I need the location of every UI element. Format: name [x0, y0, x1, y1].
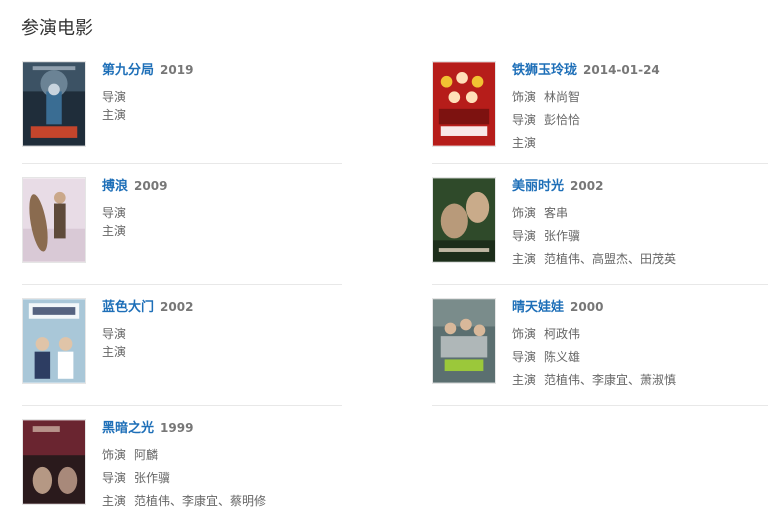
role-label: 导演 — [512, 113, 537, 127]
role-row-director: 导演 — [102, 325, 126, 342]
role-row-character: 饰演 柯政伟 — [512, 325, 580, 342]
role-label: 导演 — [102, 90, 127, 104]
role-row-cast: 主演 范植伟、李康宜、蔡明修 — [102, 492, 266, 509]
role-row-director: 导演 彭恰恰 — [512, 111, 580, 128]
row-divider — [22, 405, 342, 406]
role-names[interactable]: 范植伟、高盟杰、田茂英 — [544, 252, 676, 266]
role-row-character: 饰演 客串 — [512, 204, 568, 221]
role-names[interactable]: 柯政伟 — [544, 327, 580, 341]
role-label: 主演 — [102, 345, 127, 359]
role-label: 导演 — [102, 471, 127, 485]
role-names[interactable]: 陈义雄 — [544, 350, 580, 364]
role-row-cast: 主演 — [102, 343, 126, 360]
role-row-cast: 主演 — [512, 134, 536, 151]
role-label: 主演 — [102, 224, 127, 238]
role-label: 导演 — [102, 327, 127, 341]
movie-title-line: 晴天娃娃 2000 — [512, 296, 603, 315]
movie-year: 2009 — [134, 179, 168, 193]
role-row-director: 导演 陈义雄 — [512, 348, 580, 365]
poster-image — [433, 178, 495, 262]
movie-year: 2019 — [160, 63, 194, 77]
movie-title-link[interactable]: 铁狮玉玲珑 — [512, 63, 577, 78]
movie-title-link[interactable]: 搏浪 — [102, 179, 128, 194]
role-names[interactable]: 张作骥 — [544, 229, 580, 243]
role-label: 导演 — [512, 350, 537, 364]
role-label: 主演 — [102, 108, 127, 122]
role-names[interactable]: 客串 — [544, 206, 568, 220]
movie-title-line: 搏浪 2009 — [102, 175, 167, 194]
movie-poster[interactable] — [22, 419, 86, 505]
movie-poster[interactable] — [432, 61, 496, 147]
role-label: 饰演 — [512, 327, 537, 341]
movie-title-link[interactable]: 蓝色大门 — [102, 300, 154, 315]
role-names[interactable]: 彭恰恰 — [544, 113, 580, 127]
role-row-character: 饰演 林尚智 — [512, 88, 580, 105]
role-row-cast: 主演 范植伟、高盟杰、田茂英 — [512, 250, 676, 267]
role-label: 饰演 — [512, 90, 537, 104]
row-divider — [432, 284, 768, 285]
movie-title-link[interactable]: 第九分局 — [102, 63, 154, 78]
role-names[interactable]: 张作骥 — [134, 471, 170, 485]
movie-title-line: 蓝色大门 2002 — [102, 296, 193, 315]
movie-poster[interactable] — [22, 177, 86, 263]
movie-card: 第九分局 2019 导演 主演 — [22, 61, 362, 161]
movie-poster[interactable] — [432, 298, 496, 384]
poster-image — [433, 299, 495, 383]
role-row-director: 导演 — [102, 204, 126, 221]
role-row-director: 导演 — [102, 88, 126, 105]
row-divider — [22, 163, 342, 164]
movie-card: 美丽时光 2002 饰演 客串 导演 张作骥 主演 范植伟、高盟杰、田茂英 — [432, 177, 769, 277]
movie-card: 黑暗之光 1999 饰演 阿麟 导演 张作骥 主演 范植伟、李康宜、蔡明修 — [22, 419, 362, 519]
role-row-character: 饰演 阿麟 — [102, 446, 158, 463]
movie-grid: 第九分局 2019 导演 主演 铁狮玉玲珑 2014-01-24 饰演 林尚智 … — [0, 0, 769, 521]
role-names[interactable]: 范植伟、李康宜、蔡明修 — [134, 494, 266, 508]
movie-title-line: 铁狮玉玲珑 2014-01-24 — [512, 59, 660, 78]
movie-year: 1999 — [160, 421, 194, 435]
role-label: 导演 — [512, 229, 537, 243]
movie-title-line: 黑暗之光 1999 — [102, 417, 193, 436]
movie-poster[interactable] — [22, 61, 86, 147]
movie-poster[interactable] — [22, 298, 86, 384]
poster-image — [23, 299, 85, 383]
poster-image — [23, 178, 85, 262]
movie-poster[interactable] — [432, 177, 496, 263]
role-row-director: 导演 张作骥 — [102, 469, 170, 486]
movie-year: 2014-01-24 — [583, 63, 660, 77]
movie-title-link[interactable]: 晴天娃娃 — [512, 300, 564, 315]
role-label: 主演 — [512, 373, 537, 387]
movie-card: 铁狮玉玲珑 2014-01-24 饰演 林尚智 导演 彭恰恰 主演 — [432, 61, 769, 161]
movie-title-line: 美丽时光 2002 — [512, 175, 603, 194]
role-row-director: 导演 张作骥 — [512, 227, 580, 244]
role-label: 导演 — [102, 206, 127, 220]
movie-year: 2002 — [160, 300, 194, 314]
role-row-cast: 主演 范植伟、李康宜、萧淑慎 — [512, 371, 676, 388]
movie-year: 2002 — [570, 179, 604, 193]
role-label: 主演 — [102, 494, 127, 508]
role-label: 饰演 — [102, 448, 127, 462]
movie-year: 2000 — [570, 300, 604, 314]
movie-card: 晴天娃娃 2000 饰演 柯政伟 导演 陈义雄 主演 范植伟、李康宜、萧淑慎 — [432, 298, 769, 398]
poster-image — [433, 62, 495, 146]
movie-title-link[interactable]: 黑暗之光 — [102, 421, 154, 436]
movie-card: 蓝色大门 2002 导演 主演 — [22, 298, 362, 398]
movie-title-link[interactable]: 美丽时光 — [512, 179, 564, 194]
row-divider — [432, 405, 768, 406]
poster-image — [23, 62, 85, 146]
role-names[interactable]: 阿麟 — [134, 448, 158, 462]
role-row-cast: 主演 — [102, 106, 126, 123]
movie-title-line: 第九分局 2019 — [102, 59, 193, 78]
role-names[interactable]: 林尚智 — [544, 90, 580, 104]
role-label: 主演 — [512, 136, 537, 150]
role-label: 饰演 — [512, 206, 537, 220]
row-divider — [432, 163, 768, 164]
movie-card: 搏浪 2009 导演 主演 — [22, 177, 362, 277]
poster-image — [23, 420, 85, 504]
row-divider — [22, 284, 342, 285]
role-names[interactable]: 范植伟、李康宜、萧淑慎 — [544, 373, 676, 387]
role-label: 主演 — [512, 252, 537, 266]
role-row-cast: 主演 — [102, 222, 126, 239]
